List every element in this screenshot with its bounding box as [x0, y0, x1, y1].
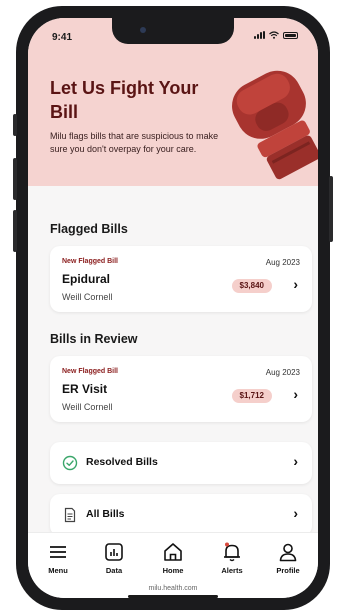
power-button — [329, 176, 333, 242]
all-bills-row[interactable]: All Bills › — [50, 494, 312, 536]
hero-subtitle: Milu flags bills that are suspicious to … — [50, 131, 219, 154]
bill-badge: New Flagged Bill — [62, 258, 119, 265]
tab-data[interactable]: Data — [90, 541, 138, 575]
volume-down-button — [13, 210, 17, 252]
battery-icon — [283, 32, 298, 39]
bills-in-review-title: Bills in Review — [50, 332, 138, 346]
tab-label: Profile — [276, 566, 300, 575]
chevron-right-icon: › — [293, 386, 298, 402]
camera-icon — [140, 27, 146, 33]
tab-menu[interactable]: Menu — [34, 541, 82, 575]
bill-name: Epidural — [62, 272, 111, 286]
tab-label: Home — [162, 566, 184, 575]
tab-alerts[interactable]: Alerts — [208, 541, 256, 575]
hero-banner: 9:41 Let Us Fight Your Bill Milu flags b… — [28, 18, 318, 186]
wifi-icon — [269, 31, 279, 39]
boxing-glove-icon — [232, 70, 318, 180]
bell-icon — [224, 542, 240, 562]
amount-badge: $1,712 — [231, 389, 272, 403]
chevron-right-icon: › — [293, 505, 298, 521]
status-icons — [254, 31, 298, 39]
tab-label: Alerts — [221, 566, 243, 575]
tab-label: Menu — [48, 566, 68, 575]
resolved-bills-label: Resolved Bills — [86, 456, 158, 468]
signal-icon — [254, 31, 265, 39]
tab-profile[interactable]: Profile — [264, 541, 312, 575]
chart-icon — [105, 543, 123, 561]
review-bill-card[interactable]: New Flagged Bill Aug 2023 ER Visit Weill… — [50, 356, 312, 422]
mute-switch — [13, 114, 17, 136]
home-icon — [164, 543, 182, 561]
chevron-right-icon: › — [293, 453, 298, 469]
bill-badge: New Flagged Bill — [62, 368, 119, 375]
hero-title: Let Us Fight Your Bill — [50, 78, 199, 122]
all-bills-label: All Bills — [86, 508, 125, 520]
menu-icon — [50, 546, 66, 558]
bill-date: Aug 2023 — [265, 258, 300, 267]
screen: 9:41 Let Us Fight Your Bill Milu flags b… — [28, 18, 318, 598]
tab-label: Data — [105, 566, 123, 575]
home-indicator — [128, 595, 218, 598]
tab-home[interactable]: Home — [149, 541, 197, 575]
check-circle-icon — [62, 455, 78, 471]
amount-badge: $3,840 — [231, 279, 272, 293]
document-icon — [64, 507, 76, 523]
status-time: 9:41 — [52, 32, 73, 43]
phone-frame: 9:41 Let Us Fight Your Bill Milu flags b… — [13, 6, 333, 610]
tab-bar: Menu Data Home Alerts Profile milu.healt… — [28, 532, 318, 598]
chevron-right-icon: › — [293, 276, 298, 292]
url-bar[interactable]: milu.health.com — [28, 585, 318, 592]
bill-provider: Weill Cornell — [62, 292, 113, 302]
bill-date: Aug 2023 — [265, 368, 300, 377]
flagged-bills-title: Flagged Bills — [50, 222, 128, 236]
user-icon — [279, 543, 297, 562]
notch — [112, 18, 234, 44]
resolved-bills-row[interactable]: Resolved Bills › — [50, 442, 312, 484]
bill-provider: Weill Cornell — [62, 402, 113, 412]
bill-name: ER Visit — [62, 382, 108, 396]
volume-up-button — [13, 158, 17, 200]
flagged-bill-card[interactable]: New Flagged Bill Aug 2023 Epidural Weill… — [50, 246, 312, 312]
